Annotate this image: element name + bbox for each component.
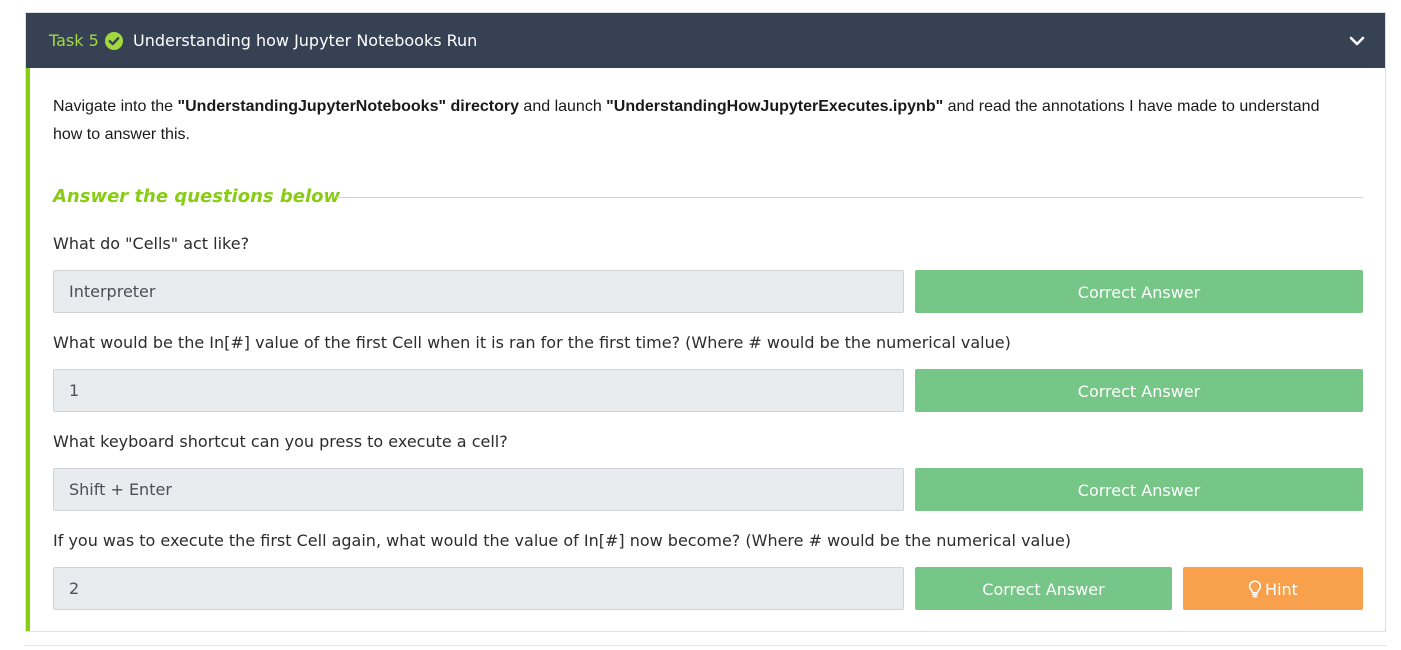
task-title: Understanding how Jupyter Notebooks Run (133, 31, 478, 50)
answer-3-correct-button[interactable]: Correct Answer (915, 468, 1363, 511)
hint-label: Hint (1265, 580, 1298, 599)
next-task-edge (25, 645, 1386, 646)
answer-2-correct-button[interactable]: Correct Answer (915, 369, 1363, 412)
answer-4-correct-button[interactable]: Correct Answer (915, 567, 1172, 610)
answers-heading: Answer the questions below (53, 186, 341, 207)
heading-divider (336, 197, 1363, 198)
directory-name: "UnderstandingJupyterNotebooks" director… (177, 98, 519, 115)
answer-2-field[interactable]: 1 (53, 369, 904, 412)
question-4-text: If you was to execute the first Cell aga… (53, 531, 1072, 550)
task-instructions: Navigate into the "UnderstandingJupyterN… (53, 93, 1343, 149)
instructions-text-1: Navigate into the (53, 98, 178, 115)
answer-1-correct-button[interactable]: Correct Answer (915, 270, 1363, 313)
lightbulb-icon (1248, 580, 1262, 598)
notebook-name: "UnderstandingHowJupyterExecutes.ipynb" (606, 98, 944, 115)
instructions-text-2: and launch (518, 98, 607, 115)
answer-3-field[interactable]: Shift + Enter (53, 468, 904, 511)
question-2-text: What would be the In[#] value of the fir… (53, 333, 1011, 352)
question-1-text: What do "Cells" act like? (53, 234, 250, 253)
answer-1-field[interactable]: Interpreter (53, 270, 904, 313)
task-body: Navigate into the "UnderstandingJupyterN… (26, 68, 1385, 631)
task-number: Task 5 (49, 31, 99, 50)
question-3-text: What keyboard shortcut can you press to … (53, 432, 508, 451)
chevron-down-icon[interactable] (1349, 33, 1365, 49)
answer-4-field[interactable]: 2 (53, 567, 904, 610)
task-header[interactable]: Task 5 Understanding how Jupyter Noteboo… (26, 13, 1385, 68)
task-card: Task 5 Understanding how Jupyter Noteboo… (25, 12, 1386, 632)
check-circle-icon (105, 32, 123, 50)
hint-button[interactable]: Hint (1183, 567, 1363, 610)
